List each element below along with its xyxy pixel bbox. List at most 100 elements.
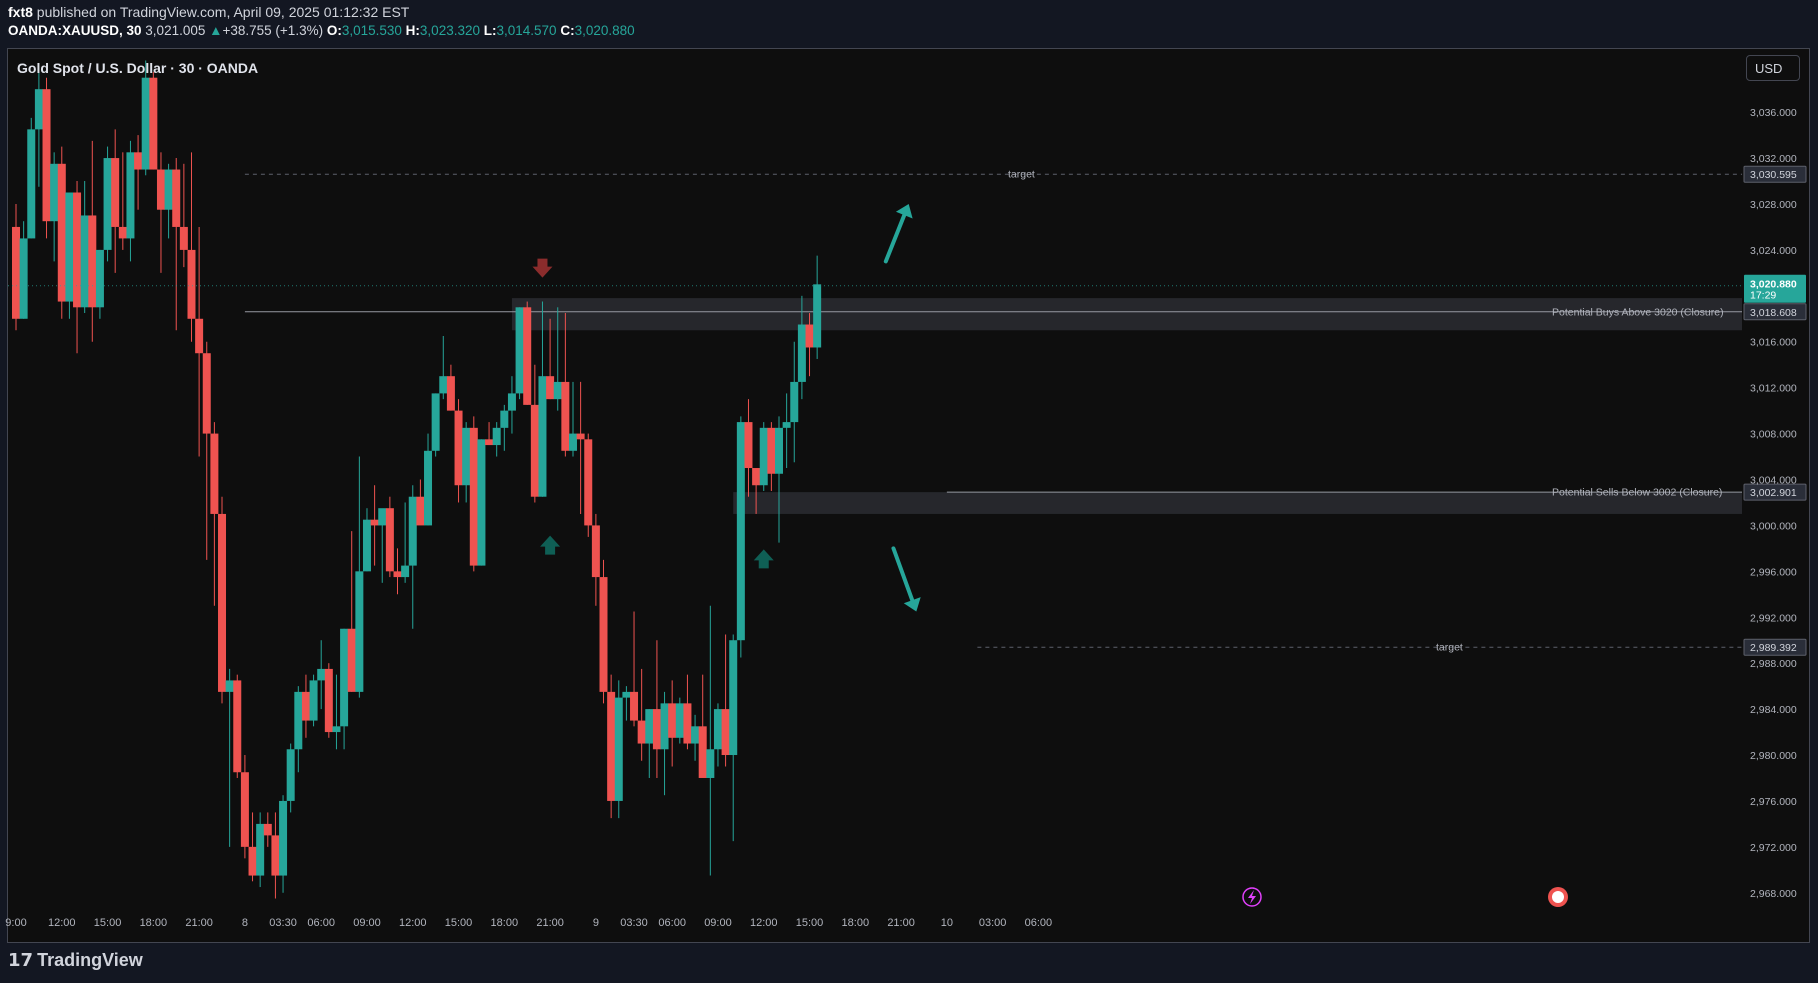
candle-down xyxy=(324,668,333,733)
candle-down xyxy=(263,823,272,836)
y-tick-label: 2,968.000 xyxy=(1750,888,1797,900)
candle-up xyxy=(294,691,303,750)
projection-up-arrow-shaft xyxy=(883,213,907,264)
y-tick-label: 2,988.000 xyxy=(1750,658,1797,670)
chart-canvas[interactable]: target 3,030.595 Potential Buys Above 3020… xyxy=(0,0,1818,983)
tv-logo-icon: 17 xyxy=(8,950,34,971)
candle-up xyxy=(19,238,28,319)
candle-up xyxy=(439,376,448,394)
candle-up xyxy=(538,376,547,497)
x-tick-label: 06:00 xyxy=(307,917,335,929)
candle-up xyxy=(645,709,654,744)
candle-up xyxy=(225,680,234,692)
currency-button[interactable]: USD xyxy=(1746,55,1800,81)
candle-up xyxy=(362,519,371,572)
x-tick-label: 18:00 xyxy=(842,917,870,929)
candle-down xyxy=(805,324,814,348)
candle-up xyxy=(309,680,318,721)
candle-up xyxy=(141,77,150,170)
candle-down xyxy=(416,496,425,526)
projection-down-arrow-shaft xyxy=(891,546,915,603)
current-price-countdown: 17:29 xyxy=(1750,290,1776,302)
x-tick-label: 21:00 xyxy=(887,917,915,929)
x-tick-label: 21:00 xyxy=(185,917,213,929)
lightning-bolt-icon xyxy=(1248,890,1256,904)
y-tick-label: 2,984.000 xyxy=(1750,704,1797,716)
candle-down xyxy=(561,381,570,451)
candle-up xyxy=(675,703,684,738)
x-tick-label: 21:00 xyxy=(536,917,564,929)
x-tick-label: 9:00 xyxy=(5,917,26,929)
candle-up xyxy=(65,192,74,302)
candle-down xyxy=(134,152,143,170)
candle-up xyxy=(424,450,433,526)
y-tick-label: 3,036.000 xyxy=(1750,107,1797,119)
y-tick-label: 3,028.000 xyxy=(1750,199,1797,211)
candle-down xyxy=(88,215,97,308)
us-flag-inner-icon xyxy=(1552,891,1564,903)
x-tick-label: 03:00 xyxy=(979,917,1007,929)
sell-arrow-marker xyxy=(532,258,553,278)
candle-up xyxy=(706,749,715,778)
candle-down xyxy=(12,226,20,319)
candle-down xyxy=(767,427,776,474)
x-tick-label: 15:00 xyxy=(796,917,824,929)
candle-up xyxy=(492,427,501,446)
target-axis-tag: 3,030.595 xyxy=(1750,169,1797,181)
x-tick-label: 18:00 xyxy=(140,917,168,929)
candle-down xyxy=(523,307,532,405)
candle-down xyxy=(233,680,242,773)
candle-down xyxy=(683,703,692,744)
candle-up xyxy=(790,381,799,423)
candle-down xyxy=(576,433,585,440)
candle-up xyxy=(279,800,288,876)
candle-up xyxy=(34,89,43,130)
candle-down xyxy=(111,158,120,227)
candle-down xyxy=(240,772,249,847)
tradingview-logo[interactable]: 17 TradingView xyxy=(8,950,143,971)
candle-up xyxy=(286,749,295,801)
y-tick-label: 3,024.000 xyxy=(1750,245,1797,257)
y-tick-label: 3,016.000 xyxy=(1750,337,1797,349)
sells-axis-tag: 3,002.901 xyxy=(1750,487,1797,499)
target-low-label: target xyxy=(1436,642,1463,654)
candle-up xyxy=(507,393,516,411)
candle-down xyxy=(195,318,204,354)
candle-up xyxy=(515,307,524,394)
candle-down xyxy=(172,169,181,227)
candle-up xyxy=(27,129,36,239)
candle-up xyxy=(408,496,417,566)
candle-down xyxy=(210,433,219,514)
y-tick-label: 2,996.000 xyxy=(1750,566,1797,578)
candle-up xyxy=(775,427,783,474)
candle-up xyxy=(797,324,806,382)
x-tick-label: 03:30 xyxy=(620,917,648,929)
candle-down xyxy=(301,691,310,721)
y-tick-label: 2,992.000 xyxy=(1750,612,1797,624)
chart-legend-title: Gold Spot / U.S. Dollar · 30 · OANDA xyxy=(17,60,259,76)
y-tick-label: 2,980.000 xyxy=(1750,750,1797,762)
candle-up xyxy=(691,726,700,744)
x-tick-label: 09:00 xyxy=(353,917,381,929)
candle-up xyxy=(355,571,364,692)
candle-down xyxy=(599,577,608,692)
y-tick-label: 3,032.000 xyxy=(1750,153,1797,165)
y-tick-label: 3,008.000 xyxy=(1750,429,1797,441)
candle-up xyxy=(95,249,104,308)
target-label: target xyxy=(1008,169,1035,181)
candle-up xyxy=(50,163,59,222)
y-tick-label: 3,012.000 xyxy=(1750,383,1797,395)
sells-label: Potential Sells Below 3002 (Closure) xyxy=(1552,487,1722,499)
candle-up xyxy=(256,823,265,876)
candle-down xyxy=(42,89,51,222)
candle-up xyxy=(103,158,112,250)
target-low-axis-tag: 2,989.392 xyxy=(1750,642,1797,654)
candle-down xyxy=(149,77,158,170)
candle-up xyxy=(317,668,326,681)
buy-arrow-marker-2 xyxy=(753,549,774,569)
candle-up xyxy=(500,410,509,428)
candle-down xyxy=(530,404,539,497)
candle-down xyxy=(591,525,600,578)
x-tick-label: 18:00 xyxy=(491,917,519,929)
candle-up xyxy=(622,691,631,698)
